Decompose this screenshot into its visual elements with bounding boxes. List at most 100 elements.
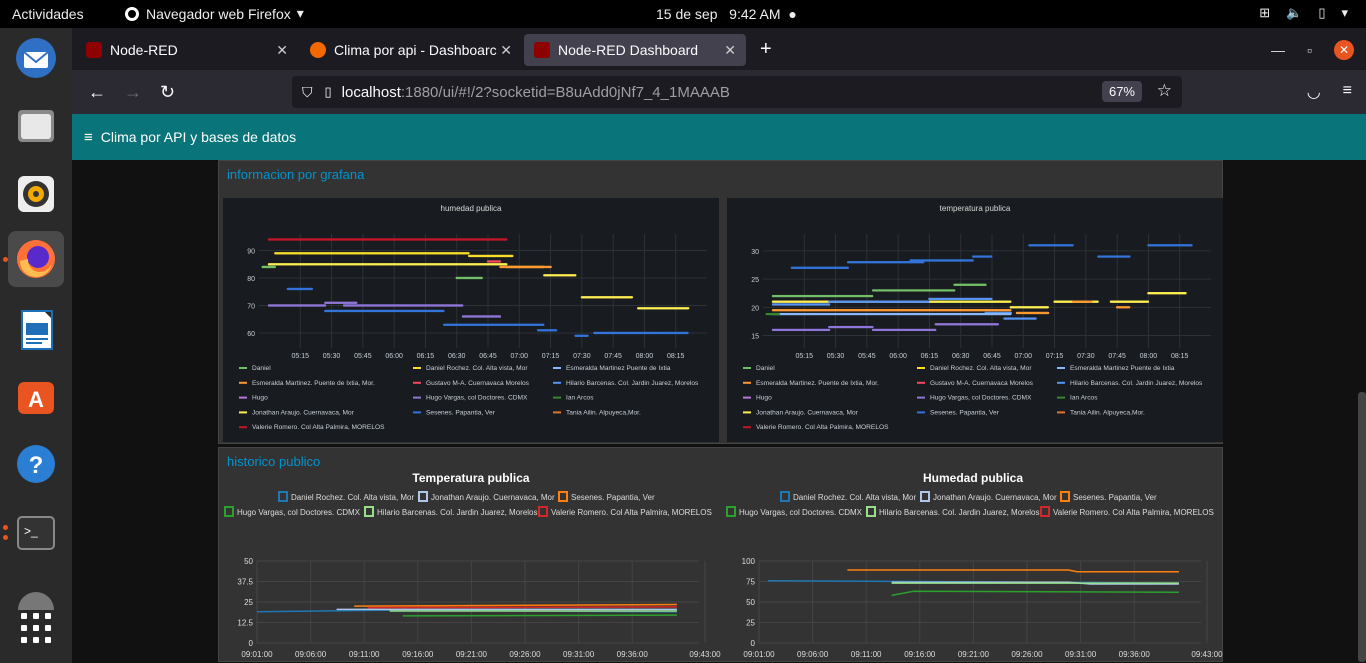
data-point [927, 300, 930, 303]
temperatura-chart[interactable]: 15 20 25 30 05:15 05:30 05:45 06:00 06:15 06:30 06… [727, 198, 1223, 442]
dashboard-header: ≡ Clima por API y bases de datos [72, 114, 1366, 160]
app-grid-icon [21, 613, 51, 643]
data-point [1190, 244, 1193, 247]
legend-label: Jonathan Araujo. Cuernavaca, Mor [431, 493, 555, 502]
close-tab-icon[interactable]: ✕ [724, 42, 736, 59]
chart-title: Temperatura publica [412, 471, 529, 485]
legend-label: Gustavo M-A. Cuernavaca Morelos [426, 380, 530, 387]
menu-icon[interactable]: ≡ [1343, 82, 1352, 102]
dock-thunderbird[interactable] [8, 30, 64, 86]
new-tab-button[interactable]: + [760, 38, 772, 61]
y-tick-label: 60 [247, 331, 255, 338]
dock-help[interactable]: ? [8, 436, 64, 492]
data-point [934, 328, 937, 332]
humedad-publica-chart[interactable]: Humedad publica Daniel Rochez. Col. Alta … [723, 462, 1223, 662]
legend-swatch [1057, 381, 1065, 384]
dock-firefox[interactable] [8, 231, 64, 287]
url-bar[interactable]: ⛉ ▯ localhost:1880/ui/#!/2?socketid=B8uA… [292, 76, 1182, 108]
scrollbar[interactable] [1358, 392, 1366, 662]
legend-swatch [413, 381, 421, 384]
data-point [1146, 300, 1150, 303]
x-tick-label: 08:15 [667, 353, 685, 360]
x-tick-label: 09:31:00 [1065, 650, 1097, 659]
data-point [990, 255, 993, 258]
dock: A ? >_ [0, 28, 72, 663]
legend-swatch [413, 367, 421, 369]
legend-label: Hugo Vargas, col Doctores. CDMX [237, 508, 361, 517]
tab-node-red-dashboard[interactable]: Node-RED Dashboard ✕ [524, 34, 746, 66]
activities-button[interactable]: Actividades [12, 6, 84, 22]
url-path: :1880/ui/#!/2?socketid=B8uAdd0jNf7_4_1MA… [400, 83, 730, 101]
x-tick-label: 05:30 [323, 353, 341, 360]
hamburger-menu-icon[interactable]: ≡ [84, 129, 93, 146]
close-tab-icon[interactable]: ✕ [500, 42, 512, 59]
x-tick-label: 09:43:00 [689, 650, 721, 659]
x-tick-label: 07:30 [573, 353, 591, 360]
legend-swatch [553, 396, 561, 399]
data-point [498, 260, 502, 263]
close-tab-icon[interactable]: ✕ [276, 42, 288, 59]
zoom-indicator[interactable]: 67% [1101, 81, 1142, 102]
shield-icon[interactable]: ⛉ [302, 84, 313, 101]
data-point [310, 287, 313, 291]
legend-label: Valerie Romero. Col Alta Palmira, MORELO… [756, 424, 889, 431]
legend-swatch [553, 381, 561, 384]
data-point [511, 254, 514, 258]
legend-swatch [413, 396, 421, 399]
y-tick-label: 25 [244, 598, 253, 607]
forward-button[interactable]: → [124, 82, 142, 103]
legend-label: Daniel Rochez. Col. Alta vista, Mor [426, 365, 528, 372]
legend-label: Hugo Vargas, col Doctores. CDMX [739, 508, 863, 517]
maximize-button[interactable]: ▫ [1307, 42, 1312, 58]
dock-terminal[interactable]: >_ [8, 505, 64, 561]
legend-swatch [1057, 411, 1065, 414]
legend-label: Valerie Romero. Col Alta Palmira, MORELO… [252, 424, 385, 431]
legend-swatch [743, 396, 751, 399]
data-point [1046, 306, 1049, 309]
legend-label: Sesenes. Papantia, Ver [571, 493, 655, 502]
legend-label: Hilario Barcenas. Col. Jardin Juarez, Mo… [879, 508, 1040, 517]
legend-label: Jonathan Araujo. Cuernavaca, Mor [756, 409, 859, 416]
minimize-button[interactable]: — [1271, 42, 1285, 58]
reload-button[interactable]: ↻ [160, 82, 175, 103]
data-point [467, 252, 470, 255]
network-icon: ⊞ [1259, 5, 1271, 20]
legend-swatch [780, 491, 790, 502]
dock-files[interactable] [8, 98, 64, 154]
data-point [542, 323, 545, 326]
data-point [1071, 244, 1074, 247]
legend-label: Hilario Barcenas. Col. Jardin Juarez, Mo… [566, 380, 699, 387]
humedad-chart[interactable]: 60 70 80 90 05:15 05:30 05:45 06:00 06:15 06:30 06… [223, 198, 719, 442]
group-historico: historico publico Temperatura publica Dan… [218, 447, 1223, 662]
tab-grafana[interactable]: Clima por api - Dashboarc ✕ [300, 34, 522, 66]
legend-label: Daniel Rochez. Col. Alta vista, Mor [793, 493, 916, 502]
clock[interactable]: 15 de sep 9:42 AM ● [656, 6, 797, 22]
system-top-bar: Actividades Navegador web Firefox ▾ 15 d… [0, 0, 1366, 28]
battery-icon: ▯ [1318, 5, 1326, 20]
x-tick-label: 06:00 [889, 353, 907, 360]
legend-swatch [1060, 491, 1070, 502]
legend-label: Jonathan Araujo. Cuernavaca, Mor [933, 493, 1057, 502]
legend-label: Hugo Vargas, col Doctores. CDMX [930, 395, 1032, 402]
close-window-button[interactable]: ✕ [1334, 40, 1354, 60]
temperatura-publica-chart[interactable]: Temperatura publica Daniel Rochez. Col. A… [221, 462, 721, 662]
grafana-panel-temperatura: temperatura publica 15 20 25 30 05:15 05:30 05… [727, 198, 1223, 442]
x-tick-label: 09:01:00 [743, 650, 775, 659]
tab-node-red[interactable]: Node-RED ✕ [76, 34, 298, 66]
y-tick-label: 50 [746, 598, 755, 607]
show-applications-button[interactable] [8, 600, 64, 656]
system-tray[interactable]: ⊞ 🔈 ▯ ▾ [1259, 5, 1348, 21]
bookmark-star-icon[interactable]: ☆ [1157, 81, 1172, 101]
pocket-icon[interactable]: ◡ [1307, 82, 1321, 102]
chevron-down-icon: ▾ [296, 5, 304, 21]
legend-swatch [917, 381, 925, 384]
legend-swatch [1057, 367, 1065, 369]
legend-swatch [1057, 396, 1065, 399]
back-button[interactable]: ← [88, 82, 106, 103]
dock-rhythmbox[interactable] [8, 166, 64, 222]
data-point [461, 304, 464, 307]
dock-writer[interactable] [8, 301, 64, 357]
dock-software[interactable]: A [8, 368, 64, 424]
app-menu[interactable]: Navegador web Firefox ▾ [124, 5, 304, 22]
y-tick-label: 90 [247, 249, 255, 256]
